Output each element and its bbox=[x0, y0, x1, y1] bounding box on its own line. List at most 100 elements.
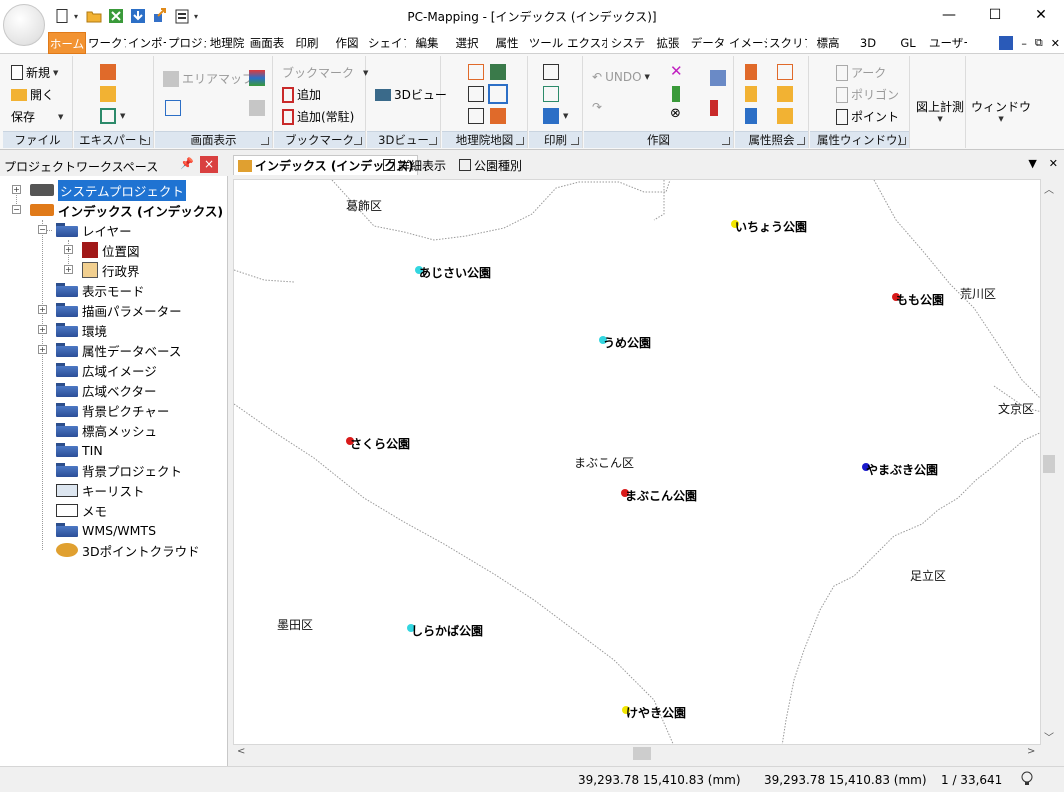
minimize-button[interactable]: — bbox=[926, 0, 972, 30]
undo-button[interactable]: ↶ UNDO ▼ bbox=[592, 70, 650, 84]
dialog-launcher-icon[interactable] bbox=[142, 137, 150, 145]
tree-item-environment[interactable]: + 環境 bbox=[38, 320, 107, 340]
dialog-launcher-icon[interactable] bbox=[261, 137, 269, 145]
gsi-photo-icon[interactable] bbox=[490, 64, 506, 80]
tab-elevation[interactable]: 標高 bbox=[809, 32, 847, 54]
flag-icon[interactable] bbox=[745, 108, 757, 124]
tree-item-3d-pointcloud[interactable]: 3Dポイントクラウド bbox=[56, 540, 200, 560]
maximize-button[interactable]: ☐ bbox=[972, 0, 1018, 30]
print-icon[interactable] bbox=[543, 64, 559, 80]
erase-point-icon[interactable]: ⊗ bbox=[670, 106, 681, 121]
expand-icon[interactable]: + bbox=[38, 305, 47, 314]
doc-tab-park-type[interactable]: 公園種別 bbox=[455, 155, 526, 175]
measure-button[interactable]: 図上計測 ▼ bbox=[916, 98, 964, 123]
query-icon[interactable] bbox=[777, 64, 793, 80]
tab-attribute[interactable]: 属性 bbox=[488, 32, 526, 54]
scroll-thumb[interactable] bbox=[633, 747, 651, 760]
pen-icon[interactable] bbox=[672, 86, 680, 102]
expand-icon[interactable]: + bbox=[64, 245, 73, 254]
monitor-icon[interactable] bbox=[249, 100, 265, 116]
print-preview-icon[interactable] bbox=[543, 86, 559, 102]
flag-icon[interactable] bbox=[745, 86, 757, 102]
tree-item-draw-params[interactable]: + 描画パラメーター bbox=[38, 300, 182, 320]
query-icon[interactable] bbox=[777, 108, 793, 124]
gsi-map-icon[interactable] bbox=[490, 108, 506, 124]
horizontal-scrollbar[interactable]: < > bbox=[233, 745, 1041, 762]
area-map-button[interactable]: エリアマップ bbox=[163, 70, 254, 87]
tab-import[interactable]: インポー bbox=[128, 32, 166, 54]
tab-tool[interactable]: ツール bbox=[527, 32, 565, 54]
tab-list-dropdown[interactable]: ▼ bbox=[1028, 157, 1036, 170]
tab-gl[interactable]: GL bbox=[889, 32, 927, 54]
redo-button[interactable]: ↷ bbox=[592, 100, 602, 114]
expert-frame-icon[interactable] bbox=[100, 108, 116, 124]
bookmark-add-resident-button[interactable]: 追加(常駐) bbox=[282, 108, 354, 125]
printer-icon[interactable] bbox=[543, 108, 559, 124]
tab-export[interactable]: エクスポ bbox=[567, 32, 607, 54]
tree-item-system-project[interactable]: + システムプロジェクト bbox=[12, 179, 186, 201]
chevron-down-icon[interactable]: ▼ bbox=[563, 112, 568, 120]
collapse-icon[interactable]: − bbox=[38, 225, 47, 234]
save-button[interactable]: 保存 ▼ bbox=[11, 108, 63, 125]
dialog-launcher-icon[interactable] bbox=[898, 137, 906, 145]
tab-image[interactable]: イメージ bbox=[729, 32, 767, 54]
dialog-launcher-icon[interactable] bbox=[516, 137, 524, 145]
help-icon[interactable] bbox=[999, 36, 1014, 50]
flag-icon[interactable] bbox=[745, 64, 757, 80]
color-map-icon[interactable] bbox=[249, 70, 265, 86]
doc-close-button[interactable]: ✕ bbox=[1049, 157, 1058, 170]
application-menu-button[interactable] bbox=[3, 4, 45, 46]
tree-item-admin-boundary[interactable]: + 行政界 bbox=[64, 260, 140, 280]
tree-item-key-list[interactable]: キーリスト bbox=[56, 480, 145, 500]
bookmark-dropdown[interactable]: ブックマーク ▼ bbox=[282, 64, 368, 81]
tab-script[interactable]: スクリフ bbox=[769, 32, 807, 54]
scroll-up-icon[interactable]: ︿ bbox=[1044, 181, 1054, 196]
scroll-right-icon[interactable]: > bbox=[1027, 746, 1035, 757]
tab-display[interactable]: 画面表 bbox=[248, 32, 286, 54]
tree-item-bg-project[interactable]: 背景プロジェクト bbox=[56, 460, 182, 480]
scroll-left-icon[interactable]: < bbox=[237, 746, 245, 757]
tab-system[interactable]: システ bbox=[609, 32, 647, 54]
tab-workflow[interactable]: ワークフ bbox=[88, 32, 126, 54]
point-button[interactable]: ポイント bbox=[836, 108, 899, 125]
tab-home[interactable]: ホーム bbox=[48, 32, 86, 54]
tree-item-display-mode[interactable]: 表示モード bbox=[56, 280, 145, 300]
scroll-down-icon[interactable]: ﹀ bbox=[1044, 729, 1054, 744]
ribbon-close-button[interactable]: ✕ bbox=[1051, 37, 1060, 50]
gsi-list-icon[interactable] bbox=[468, 108, 484, 124]
tree-item-index-project[interactable]: − インデックス (インデックス) bbox=[12, 200, 223, 220]
gsi-grid-icon[interactable] bbox=[468, 64, 484, 80]
dialog-launcher-icon[interactable] bbox=[797, 137, 805, 145]
chevron-down-icon[interactable]: ▼ bbox=[120, 112, 125, 120]
collapse-icon[interactable]: − bbox=[12, 205, 21, 214]
expert-stack-icon[interactable] bbox=[100, 86, 116, 102]
tab-extend[interactable]: 拡張 bbox=[649, 32, 687, 54]
query-icon[interactable] bbox=[777, 86, 793, 102]
dialog-launcher-icon[interactable] bbox=[429, 137, 437, 145]
tree-item-attr-db[interactable]: + 属性データベース bbox=[38, 340, 181, 360]
tab-print[interactable]: 印刷 bbox=[288, 32, 326, 54]
tree-item-memo[interactable]: メモ bbox=[56, 500, 107, 520]
tab-edit[interactable]: 編集 bbox=[408, 32, 446, 54]
eraser-icon[interactable] bbox=[710, 70, 726, 86]
vertical-scrollbar[interactable]: ︿ ﹀ bbox=[1041, 179, 1057, 745]
tree-item-wide-image[interactable]: 広域イメージ bbox=[56, 360, 157, 380]
expand-icon[interactable]: + bbox=[38, 325, 47, 334]
tab-data[interactable]: データ bbox=[689, 32, 727, 54]
dialog-launcher-icon[interactable] bbox=[722, 137, 730, 145]
marker-icon[interactable] bbox=[710, 100, 718, 116]
gsi-table-icon[interactable] bbox=[468, 86, 484, 102]
ribbon-restore-button[interactable]: ⧉ bbox=[1035, 36, 1043, 50]
tree-item-elevation-mesh[interactable]: 標高メッシュ bbox=[56, 420, 157, 440]
bookmark-add-button[interactable]: 追加 bbox=[282, 86, 321, 103]
doc-tab-detail[interactable]: 詳細表示 bbox=[379, 155, 450, 175]
3d-view-button[interactable]: 3Dビュー bbox=[375, 86, 447, 103]
expand-icon[interactable]: + bbox=[38, 345, 47, 354]
tree-item-wms[interactable]: WMS/WMTS bbox=[56, 520, 156, 540]
tab-shape[interactable]: シェイフ bbox=[368, 32, 406, 54]
expand-icon[interactable]: + bbox=[12, 185, 21, 194]
close-button[interactable]: ✕ bbox=[1018, 0, 1064, 30]
tree-item-tin[interactable]: TIN bbox=[56, 440, 103, 460]
tab-gsi[interactable]: 地理院 bbox=[208, 32, 246, 54]
tab-user[interactable]: ユーザー bbox=[929, 32, 967, 54]
